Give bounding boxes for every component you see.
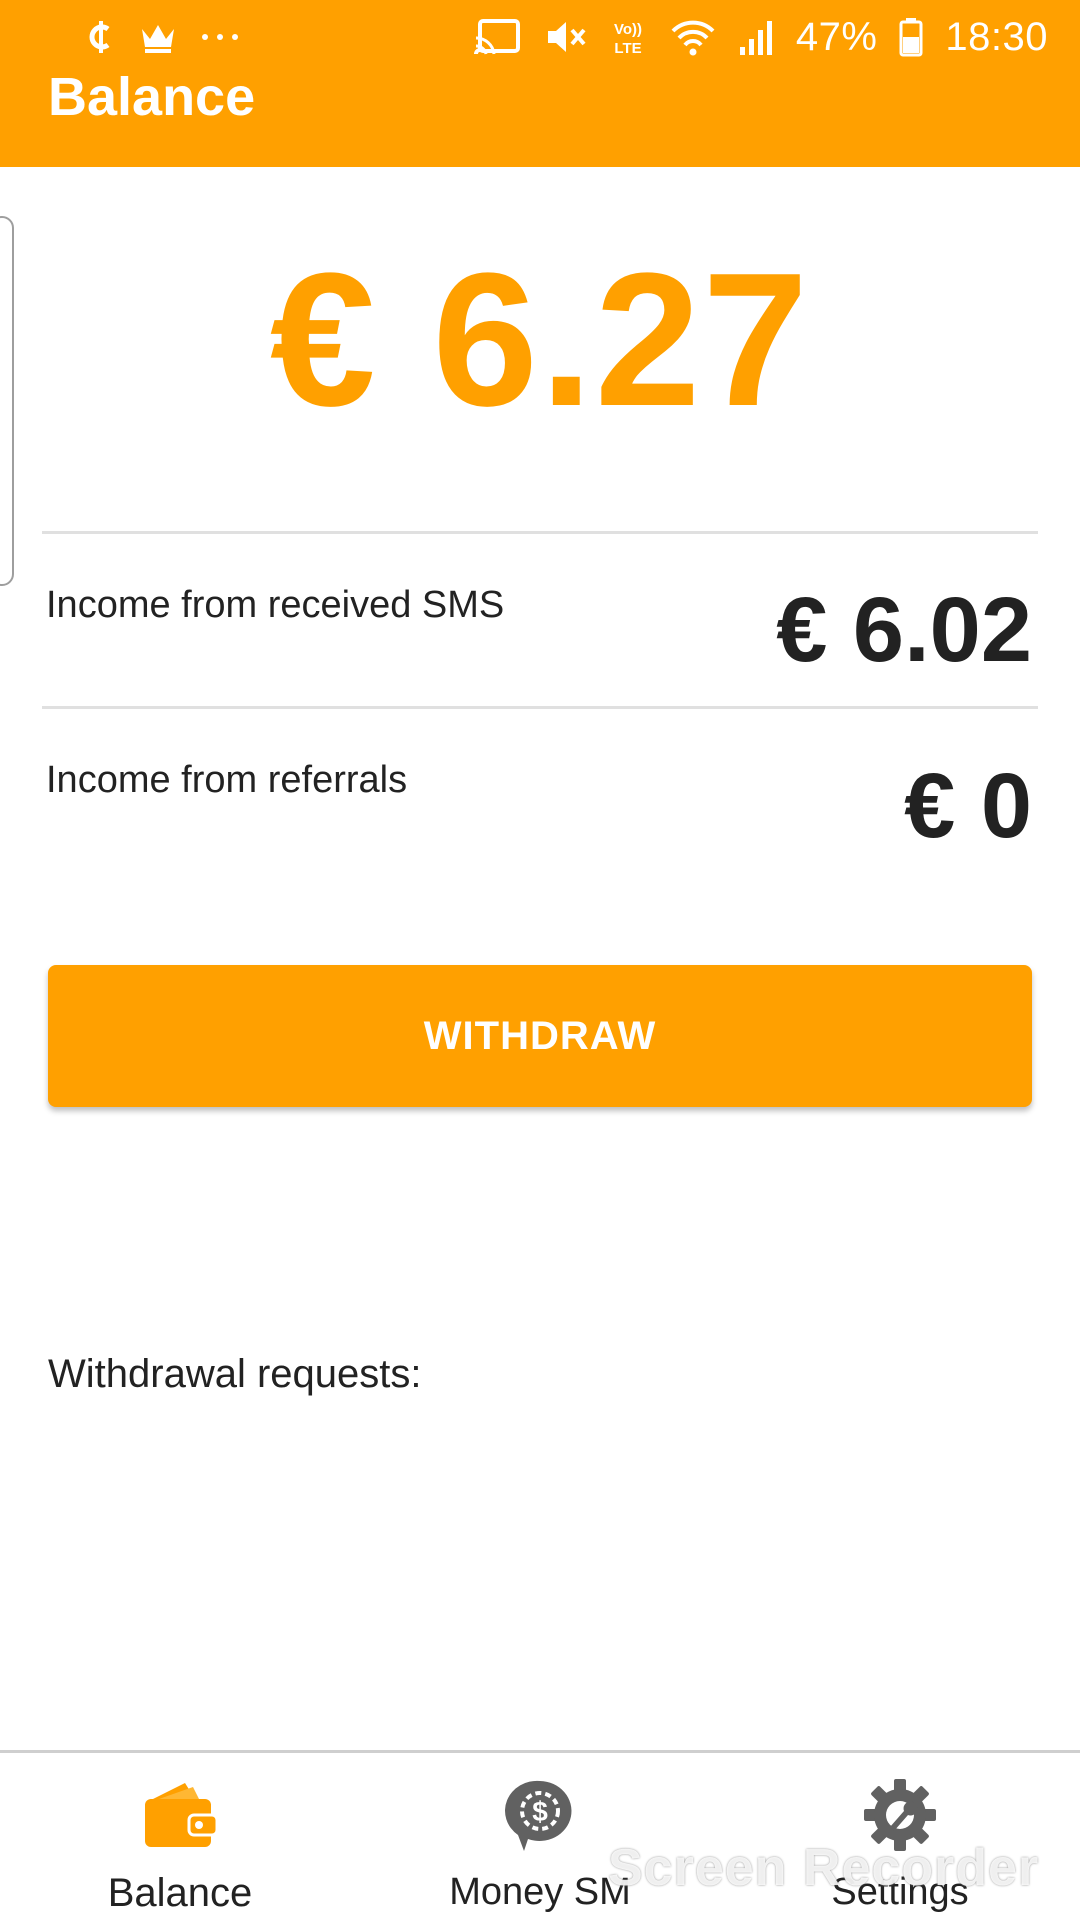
nav-item-balance[interactable]: Balance [0, 1753, 360, 1920]
referral-income-label: Income from referrals [46, 759, 408, 801]
svg-text:LTE: LTE [614, 40, 641, 57]
referral-income-value: € 0 [904, 755, 1032, 857]
battery-percent: 47% [795, 14, 878, 59]
sms-income-value: € 6.02 [776, 579, 1032, 681]
app-bar: Vo)) LTE 47% 18:30 Balance [0, 0, 1080, 167]
battery-icon [899, 15, 923, 59]
more-dots-icon [200, 15, 240, 59]
cast-icon [473, 15, 522, 59]
cents-icon [86, 15, 116, 59]
nav-label: Balance [107, 1871, 253, 1915]
volte-icon: Vo)) LTE [608, 15, 648, 59]
withdraw-button[interactable]: WITHDRAW [48, 965, 1032, 1107]
signal-icon [738, 15, 774, 59]
svg-text:Vo)): Vo)) [614, 21, 642, 38]
divider [42, 531, 1038, 534]
nav-label: Money SM [449, 1871, 631, 1913]
svg-text:$: $ [532, 1796, 548, 1827]
wifi-icon [670, 15, 716, 59]
total-balance: € 6.27 [269, 234, 811, 446]
divider [42, 706, 1038, 709]
withdrawal-requests-label: Withdrawal requests: [48, 1352, 422, 1396]
status-bar: Vo)) LTE 47% 18:30 [0, 0, 1080, 74]
page-title: Balance [48, 67, 256, 127]
money-chat-icon: $ [502, 1773, 578, 1857]
wallet-icon [141, 1773, 219, 1857]
sms-income-label: Income from received SMS [46, 584, 505, 626]
crown-icon [138, 15, 178, 59]
status-time: 18:30 [945, 14, 1048, 59]
screen-recorder-watermark: Screen Recorder [608, 1839, 1040, 1897]
mute-icon [544, 15, 586, 59]
